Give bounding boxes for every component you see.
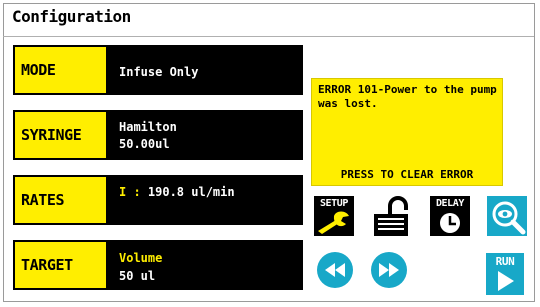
mode-value: Infuse Only: [119, 65, 199, 79]
target-row[interactable]: TARGET Volume 50 ul: [13, 240, 303, 290]
rewind-icon: [325, 263, 345, 277]
page-title: Configuration: [12, 7, 131, 26]
syringe-volume: 50.00ul: [119, 137, 170, 151]
target-volume: 50 ul: [119, 269, 156, 283]
delay-button[interactable]: DELAY: [430, 196, 470, 236]
setup-button[interactable]: SETUP: [314, 196, 354, 236]
view-button[interactable]: [487, 196, 527, 236]
run-button[interactable]: RUN: [486, 253, 524, 295]
fast-forward-button[interactable]: [371, 252, 407, 288]
mode-row[interactable]: MODE Infuse Only: [13, 45, 303, 95]
rate-amount: 190.8 ul/min: [147, 185, 235, 199]
error-message: ERROR 101-Power to the pump was lost.: [318, 83, 497, 110]
rate-direction: I :: [119, 185, 148, 199]
clock-icon: [440, 213, 460, 233]
rates-row[interactable]: RATES I : 190.8 ul/min: [13, 175, 303, 225]
error-panel[interactable]: ERROR 101-Power to the pump was lost. PR…: [311, 78, 503, 186]
unlock-button[interactable]: [372, 196, 412, 236]
target-type: Volume: [119, 251, 163, 265]
syringe-brand: Hamilton: [119, 120, 177, 134]
mode-label: MODE: [15, 47, 106, 93]
target-label: TARGET: [15, 242, 106, 288]
syringe-label: SYRINGE: [15, 112, 106, 158]
rewind-button[interactable]: [317, 252, 353, 288]
rates-value: I : 190.8 ul/min: [119, 185, 235, 199]
rates-label: RATES: [15, 177, 106, 223]
unlock-icon: [374, 196, 408, 236]
clear-error-label: PRESS TO CLEAR ERROR: [340, 168, 474, 181]
syringe-row[interactable]: SYRINGE Hamilton 50.00ul: [13, 110, 303, 160]
play-icon: [498, 271, 514, 291]
title-divider: [3, 36, 534, 37]
eye-magnifier-icon: [492, 201, 526, 235]
wrench-icon: [318, 211, 349, 234]
fast-forward-icon: [379, 263, 399, 277]
